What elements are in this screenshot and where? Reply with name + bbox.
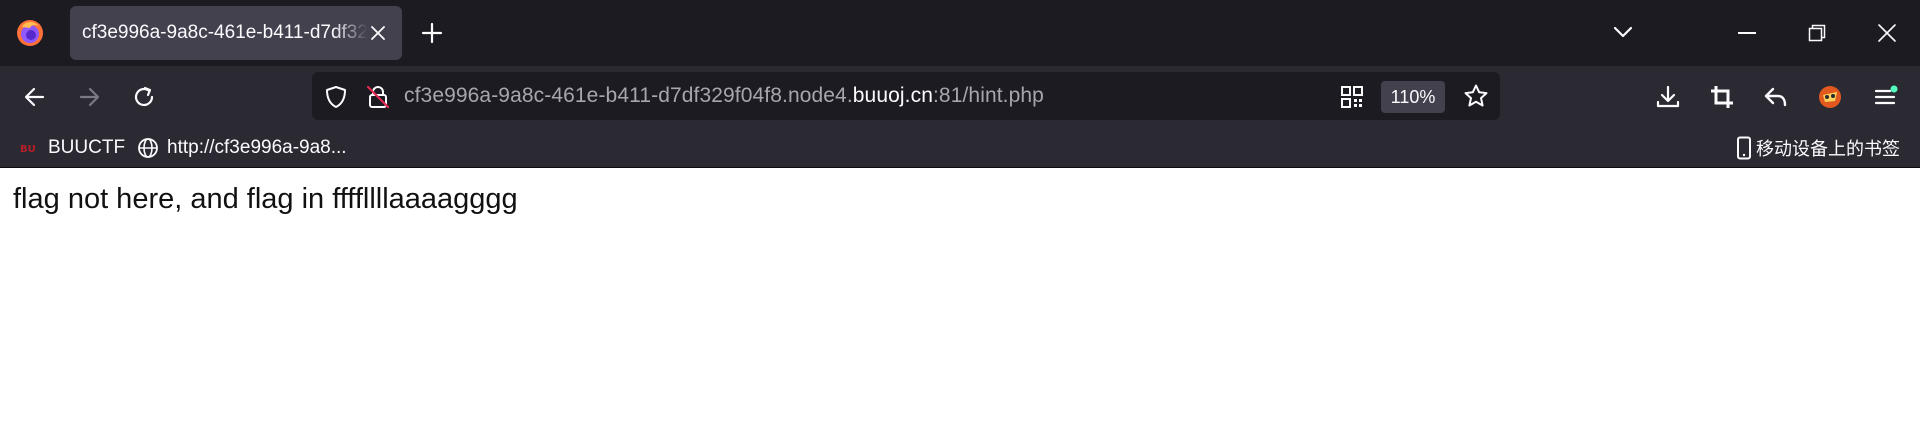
new-tab-icon[interactable] xyxy=(420,21,444,45)
url-suffix: :81/hint.php xyxy=(932,84,1044,107)
close-window-icon[interactable] xyxy=(1877,23,1897,43)
tab-strip: cf3e996a-9a8c-461e-b411-d7df329f04f8.nod… xyxy=(0,0,1920,66)
reload-icon[interactable] xyxy=(131,84,157,110)
bookmark-star-icon[interactable] xyxy=(1463,83,1489,109)
bookmark-label: http://cf3e996a-9a8... xyxy=(167,137,347,158)
url-text[interactable]: cf3e996a-9a8c-461e-b411-d7df329f04f8.nod… xyxy=(404,84,1044,108)
qr-code-icon[interactable] xyxy=(1339,84,1365,110)
minimize-icon[interactable] xyxy=(1738,32,1756,34)
svg-text:BU: BU xyxy=(20,144,36,155)
extension-avatar-icon[interactable] xyxy=(1816,83,1844,111)
reply-arrow-icon[interactable] xyxy=(1763,84,1789,110)
list-all-tabs-icon[interactable] xyxy=(1612,24,1634,40)
bookmark-label: BUUCTF xyxy=(48,137,126,158)
bookmark-url[interactable]: http://cf3e996a-9a8... xyxy=(137,136,347,160)
mobile-bookmarks-folder[interactable]: 移动设备上的书签 xyxy=(1736,136,1900,160)
zoom-reset-button[interactable]: 110% xyxy=(1381,81,1445,113)
active-tab[interactable]: cf3e996a-9a8c-461e-b411-d7df329f04f8.nod… xyxy=(70,6,402,60)
mobile-bookmarks-label: 移动设备上的书签 xyxy=(1756,139,1900,160)
url-prefix: cf3e996a-9a8c-461e-b411-d7df329f04f8.nod… xyxy=(404,84,853,107)
page-message: flag not here, and flag in ffffllllaaaag… xyxy=(13,183,518,215)
restore-window-icon[interactable] xyxy=(1808,24,1826,42)
tab-title: cf3e996a-9a8c-461e-b411-d7df329f04f8.nod… xyxy=(82,22,368,43)
app-menu-icon[interactable] xyxy=(1872,84,1898,110)
insecure-lock-icon[interactable] xyxy=(365,84,391,110)
screenshot-crop-icon[interactable] xyxy=(1709,84,1735,110)
mobile-device-icon xyxy=(1737,136,1751,160)
back-icon[interactable] xyxy=(22,84,48,110)
downloads-icon[interactable] xyxy=(1655,84,1681,110)
tracking-protection-shield-icon[interactable] xyxy=(323,84,349,110)
firefox-menu-icon[interactable] xyxy=(14,17,46,49)
tab-close-icon[interactable] xyxy=(368,23,388,43)
buuctf-favicon: BU xyxy=(20,144,36,155)
globe-icon xyxy=(138,138,158,158)
forward-icon[interactable] xyxy=(76,84,102,110)
bookmark-buuctf[interactable]: BU BUUCTF xyxy=(20,136,125,160)
url-host: buuoj.cn xyxy=(852,84,933,107)
